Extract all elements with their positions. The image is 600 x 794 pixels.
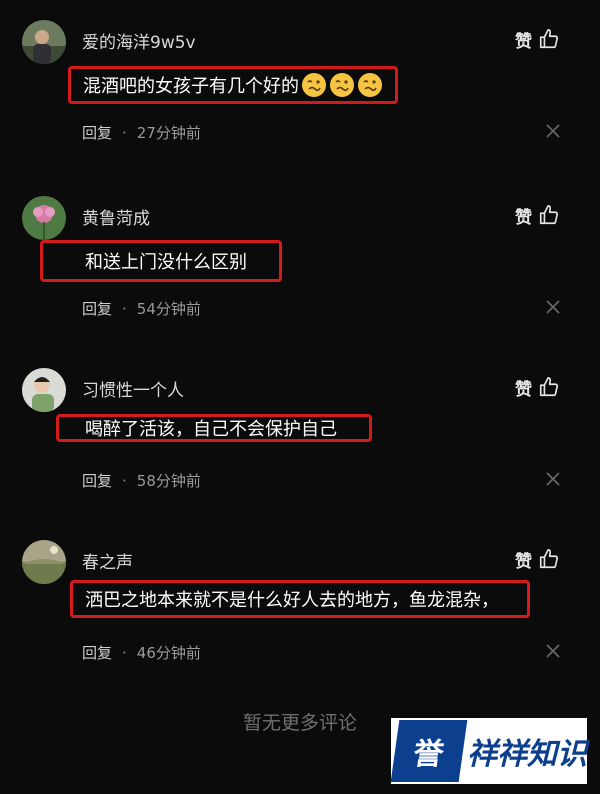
close-icon[interactable] — [546, 300, 560, 314]
username[interactable]: 黄鲁菏成 — [82, 204, 150, 229]
avatar[interactable] — [22, 196, 66, 240]
avatar-person-light-icon — [22, 368, 66, 412]
like-label: 赞 — [515, 31, 532, 52]
like-button[interactable]: 赞 — [515, 544, 560, 574]
watermark-logo-text: 誉 — [411, 737, 446, 772]
separator-dot: · — [122, 644, 127, 662]
comment-content: 喝醉了活该，自己不会保护自己 — [56, 414, 372, 442]
reply-button[interactable]: 回复 — [82, 124, 112, 142]
comment-meta: 回复 · 58分钟前 — [82, 470, 201, 491]
comment-meta: 回复 · 54分钟前 — [82, 298, 201, 319]
comment-item: 春之声 赞 洒巴之地本来就不是什么好人去的地方，鱼龙混杂， 回复 · 46分钟前 — [0, 538, 600, 698]
like-button[interactable]: 赞 — [515, 372, 560, 402]
woozy-face-emoji-icon — [330, 73, 354, 97]
like-label: 赞 — [515, 207, 532, 228]
thumbs-up-icon — [539, 377, 559, 397]
close-icon[interactable] — [546, 472, 560, 486]
avatar[interactable] — [22, 368, 66, 412]
avatar-person-scenery-icon — [22, 20, 66, 64]
comment-content: 和送上门没什么区别 — [40, 240, 282, 282]
comment-meta: 回复 · 46分钟前 — [82, 642, 201, 663]
comment-text: 混酒吧的女孩子有几个好的 — [83, 76, 299, 97]
watermark-text: 祥祥知识 — [467, 737, 587, 772]
avatar[interactable] — [22, 540, 66, 584]
like-button[interactable]: 赞 — [515, 200, 560, 230]
like-label: 赞 — [515, 551, 532, 572]
watermark: 誉 祥祥知识 — [390, 718, 587, 784]
reply-button[interactable]: 回复 — [82, 644, 112, 662]
watermark-logo: 誉 — [390, 720, 468, 782]
woozy-face-emoji-icon — [358, 73, 382, 97]
comments-page: 爱的海洋9w5v 赞 混酒吧的女孩子有几个好的 回复 · 27分钟前 黄鲁菏成 … — [0, 0, 600, 794]
separator-dot: · — [122, 124, 127, 142]
thumbs-up-icon — [539, 205, 559, 225]
like-label: 赞 — [515, 379, 532, 400]
thumbs-up-icon — [539, 29, 559, 49]
comment-text: 喝醉了活该，自己不会保护自己 — [85, 419, 337, 440]
comment-item: 爱的海洋9w5v 赞 混酒吧的女孩子有几个好的 回复 · 27分钟前 — [0, 18, 600, 178]
reply-button[interactable]: 回复 — [82, 300, 112, 318]
comment-time: 27分钟前 — [136, 124, 201, 142]
comment-time: 46分钟前 — [136, 644, 201, 662]
reply-button[interactable]: 回复 — [82, 472, 112, 490]
comment-text: 和送上门没什么区别 — [85, 252, 247, 273]
username[interactable]: 爱的海洋9w5v — [82, 28, 196, 53]
avatar-landscape-icon — [22, 540, 66, 584]
comment-content: 洒巴之地本来就不是什么好人去的地方，鱼龙混杂， — [70, 580, 530, 618]
close-icon[interactable] — [546, 124, 560, 138]
emoji-row — [301, 72, 383, 98]
avatar[interactable] — [22, 20, 66, 64]
comment-item: 习惯性一个人 赞 喝醉了活该，自己不会保护自己 回复 · 58分钟前 — [0, 366, 600, 526]
separator-dot: · — [122, 300, 127, 318]
username[interactable]: 习惯性一个人 — [82, 376, 184, 401]
username[interactable]: 春之声 — [82, 548, 133, 573]
avatar-flower-icon — [22, 196, 66, 240]
comment-item: 黄鲁菏成 赞 和送上门没什么区别 回复 · 54分钟前 — [0, 194, 600, 354]
comment-time: 54分钟前 — [136, 300, 201, 318]
close-icon[interactable] — [546, 644, 560, 658]
comment-text: 洒巴之地本来就不是什么好人去的地方，鱼龙混杂， — [85, 590, 499, 611]
thumbs-up-icon — [539, 549, 559, 569]
comment-content: 混酒吧的女孩子有几个好的 — [68, 66, 398, 104]
comment-time: 58分钟前 — [136, 472, 201, 490]
comment-meta: 回复 · 27分钟前 — [82, 122, 201, 143]
separator-dot: · — [122, 472, 127, 490]
like-button[interactable]: 赞 — [515, 24, 560, 54]
woozy-face-emoji-icon — [302, 73, 326, 97]
